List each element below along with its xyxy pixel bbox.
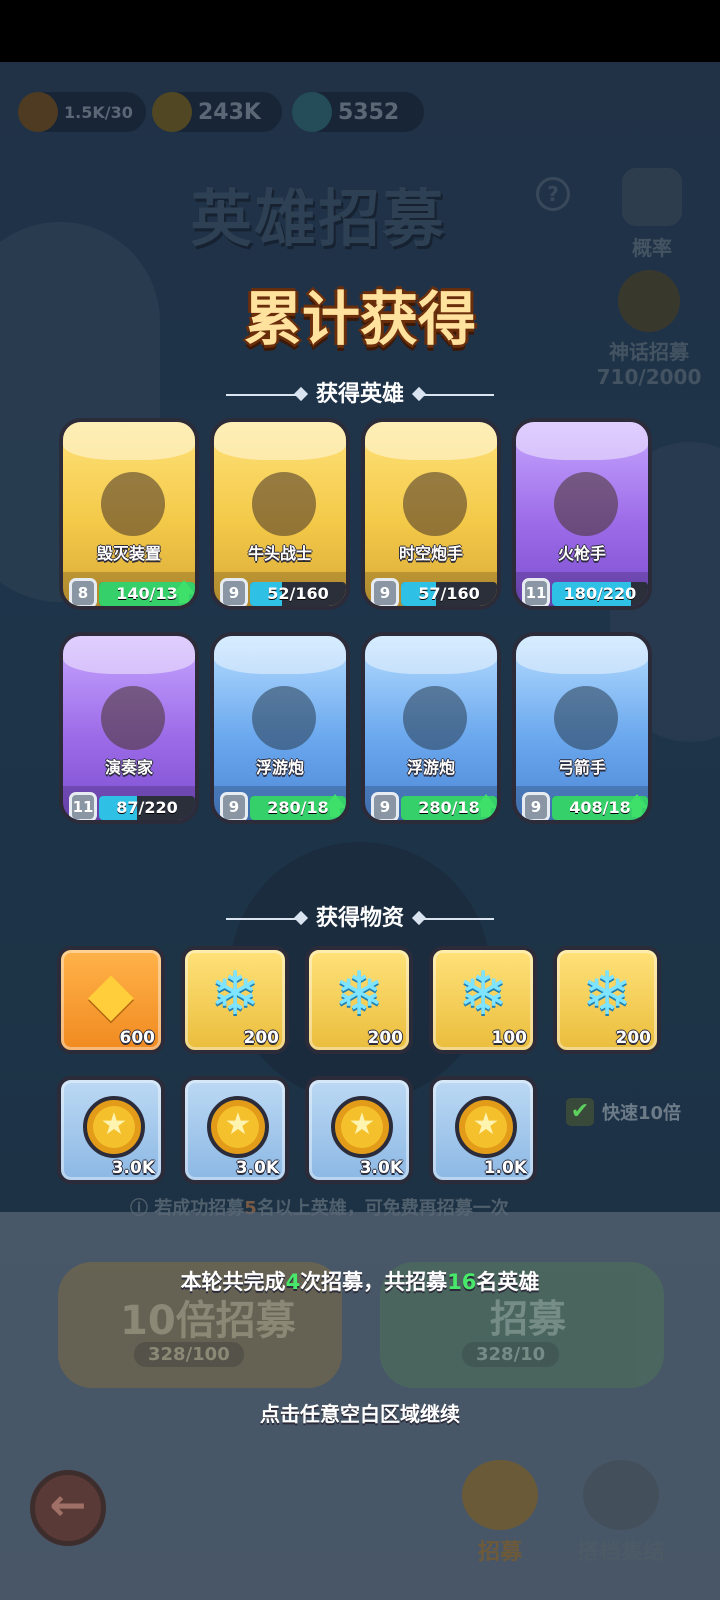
checkbox-checked-icon[interactable]: ✔ xyxy=(566,1098,594,1126)
nav-recruit-label: 招募 xyxy=(477,1540,522,1565)
recruit-summary: 本轮共完成4次招募，共招募16名英雄 xyxy=(180,1270,540,1294)
reward-item[interactable]: ◆ 600 xyxy=(57,946,165,1054)
item-amount: 1.0K xyxy=(483,1158,527,1178)
hero-portrait-icon xyxy=(252,686,316,750)
nav-team-label: 搭档集结 xyxy=(576,1540,665,1565)
hero-card[interactable]: 牛头战士 9 52/160 xyxy=(210,418,350,610)
hero-name: 火枪手 xyxy=(557,544,606,563)
hero-level-badge: 9 xyxy=(220,578,248,606)
hero-shard-progress: 180/220 xyxy=(552,582,648,606)
upgrade-arrow-icon xyxy=(324,794,346,817)
hero-card[interactable]: 浮游炮 9 280/18 xyxy=(361,632,501,824)
reward-item[interactable]: ★ 3.0K xyxy=(57,1076,165,1184)
ten-times-recruit-label: 10倍招募 xyxy=(120,1298,296,1344)
back-arrow-icon[interactable]: ← xyxy=(30,1470,106,1546)
status-bar xyxy=(0,0,720,62)
hero-shard-text: 52/160 xyxy=(267,584,329,603)
item-amount: 3.0K xyxy=(235,1158,279,1178)
item-amount: 3.0K xyxy=(111,1158,155,1178)
hero-portrait-icon xyxy=(554,686,618,750)
upgrade-arrow-icon xyxy=(475,794,497,817)
hero-name: 牛头战士 xyxy=(247,544,312,563)
coin-icon: ★ xyxy=(207,1096,269,1158)
quick-10x-toggle[interactable]: ✔ 快速10倍 xyxy=(566,1098,681,1126)
hero-card[interactable]: 时空炮手 9 57/160 xyxy=(361,418,501,610)
gem-icon: ❄ xyxy=(333,959,385,1029)
item-amount: 600 xyxy=(119,1028,156,1048)
hero-portrait-icon xyxy=(101,686,165,750)
ten-times-recruit-cost: 328/100 xyxy=(134,1342,244,1367)
reward-item[interactable]: ❄ 200 xyxy=(553,946,661,1054)
hero-level-badge: 9 xyxy=(371,578,399,606)
gem-icon: ❄ xyxy=(581,959,633,1029)
coin-icon: ★ xyxy=(83,1096,145,1158)
hero-card[interactable]: 演奏家 11 87/220 xyxy=(59,632,199,824)
heroes-section-title: 获得英雄 xyxy=(315,382,404,407)
recruit-cost: 328/10 xyxy=(462,1342,560,1367)
reward-item[interactable]: ❄ 200 xyxy=(181,946,289,1054)
items-section-title: 获得物资 xyxy=(315,906,404,931)
hero-portrait-icon xyxy=(252,472,316,536)
item-amount: 3.0K xyxy=(359,1158,403,1178)
quick-10x-label: 快速10倍 xyxy=(602,1103,682,1124)
heroes-section-header: 获得英雄 xyxy=(0,376,720,408)
reward-item[interactable]: ★ 1.0K xyxy=(429,1076,537,1184)
gem-icon: ❄ xyxy=(457,959,509,1029)
hero-level-badge: 9 xyxy=(220,792,248,820)
tap-to-continue-hint: 点击任意空白区域继续 xyxy=(260,1402,460,1426)
recruit-label: 招募 xyxy=(490,1297,567,1341)
crystal-icon: ◆ xyxy=(87,959,135,1029)
hero-shard-progress: 57/160 xyxy=(401,582,497,606)
coin-icon: ★ xyxy=(455,1096,517,1158)
hero-shard-progress: 87/220 xyxy=(99,796,195,820)
hero-name: 浮游炮 xyxy=(406,758,455,777)
hero-level-badge: 11 xyxy=(69,792,97,820)
paw-team-icon xyxy=(583,1460,659,1530)
hero-portrait-icon xyxy=(403,686,467,750)
hero-level-badge: 8 xyxy=(69,578,97,606)
hero-card[interactable]: 火枪手 11 180/220 xyxy=(512,418,652,610)
nav-recruit-tab[interactable]: 招募 xyxy=(450,1460,550,1566)
hero-name: 时空炮手 xyxy=(398,544,463,563)
hero-card[interactable]: 毁灭装置 8 140/13 xyxy=(59,418,199,610)
item-amount: 200 xyxy=(243,1028,280,1048)
recruit-round-count: 4 xyxy=(285,1270,301,1294)
hero-portrait-icon xyxy=(101,472,165,536)
hero-level-badge: 9 xyxy=(371,792,399,820)
hero-shard-text: 87/220 xyxy=(116,798,178,817)
recruit-hero-icon xyxy=(462,1460,538,1530)
recruited-hero-count: 16 xyxy=(447,1270,477,1294)
items-section-header: 获得物资 xyxy=(0,900,720,932)
reward-item[interactable]: ❄ 200 xyxy=(305,946,413,1054)
reward-item[interactable]: ★ 3.0K xyxy=(305,1076,413,1184)
upgrade-arrow-icon xyxy=(626,794,648,817)
hero-name: 浮游炮 xyxy=(255,758,304,777)
overlay-headline: 累计获得 xyxy=(243,285,476,353)
hero-portrait-icon xyxy=(554,472,618,536)
reward-item[interactable]: ★ 3.0K xyxy=(181,1076,289,1184)
reward-item[interactable]: ❄ 100 xyxy=(429,946,537,1054)
hero-card[interactable]: 浮游炮 9 280/18 xyxy=(210,632,350,824)
upgrade-arrow-icon xyxy=(173,580,195,603)
coin-icon: ★ xyxy=(331,1096,393,1158)
hero-card[interactable]: 弓箭手 9 408/18 xyxy=(512,632,652,824)
hero-portrait-icon xyxy=(403,472,467,536)
item-amount: 200 xyxy=(615,1028,652,1048)
item-amount: 100 xyxy=(491,1028,528,1048)
hero-level-badge: 9 xyxy=(522,792,550,820)
hero-level-badge: 11 xyxy=(522,578,550,606)
hero-name: 弓箭手 xyxy=(557,758,606,777)
hero-shard-text: 57/160 xyxy=(418,584,480,603)
hero-shard-progress: 52/160 xyxy=(250,582,346,606)
gem-icon: ❄ xyxy=(209,959,261,1029)
hero-name: 演奏家 xyxy=(104,758,153,777)
hero-name: 毁灭装置 xyxy=(96,544,161,563)
hero-shard-text: 180/220 xyxy=(563,584,637,603)
nav-team-tab[interactable]: 搭档集结 xyxy=(566,1460,676,1566)
item-amount: 200 xyxy=(367,1028,404,1048)
